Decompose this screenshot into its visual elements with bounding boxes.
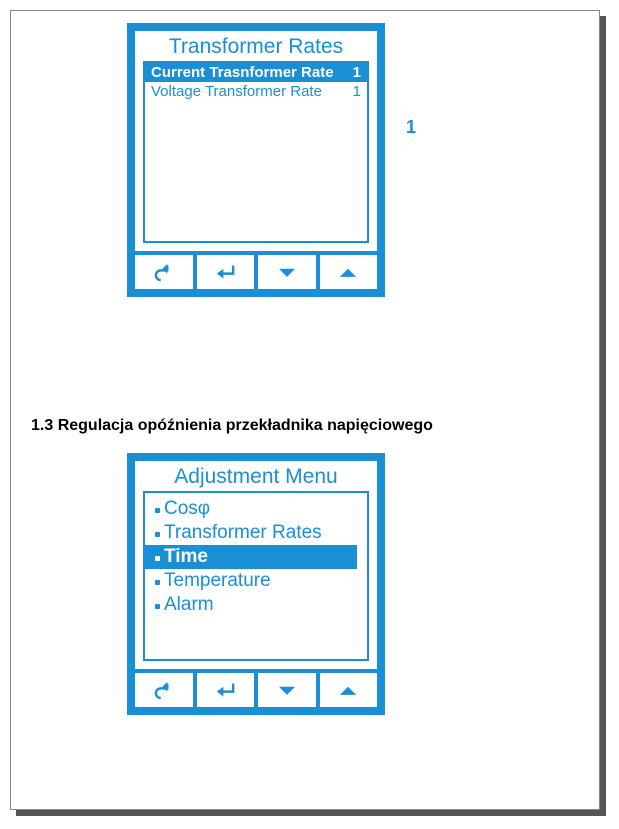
document-page: 1 Transformer Rates Current Trasnformer … <box>10 10 600 810</box>
menu-item-label: Temperature <box>164 570 271 591</box>
back-button[interactable] <box>135 255 197 289</box>
screen-list: Current Trasnformer Rate 1 Voltage Trans… <box>143 61 369 243</box>
up-button[interactable] <box>320 255 378 289</box>
device-screen-adjustment-menu: Adjustment Menu Cosφ Transformer Rates T… <box>127 453 385 715</box>
row-value: 1 <box>353 83 361 100</box>
back-button[interactable] <box>135 673 197 707</box>
enter-icon <box>212 262 238 282</box>
enter-button[interactable] <box>197 673 259 707</box>
up-button[interactable] <box>320 673 378 707</box>
enter-button[interactable] <box>197 255 259 289</box>
back-icon <box>151 262 177 282</box>
menu-item-label: Transformer Rates <box>164 522 322 543</box>
up-icon <box>335 262 361 282</box>
enter-icon <box>212 680 238 700</box>
bullet-icon <box>155 532 160 537</box>
menu-item-label: Time <box>164 546 208 567</box>
menu-item-temperature[interactable]: Temperature <box>145 569 357 593</box>
section-heading: 1.3 Regulacja opóźnienia przekładnika na… <box>31 417 579 435</box>
device-screen-transformer-rates: Transformer Rates Current Trasnformer Ra… <box>127 23 385 297</box>
row-value: 1 <box>353 64 361 81</box>
menu-item-time[interactable]: Time <box>145 545 357 569</box>
bullet-icon <box>155 556 160 561</box>
menu-item-label: Cosφ <box>164 498 210 519</box>
menu-item-alarm[interactable]: Alarm <box>145 593 357 617</box>
list-row-current-transformer[interactable]: Current Trasnformer Rate 1 <box>145 63 367 82</box>
side-annotation-number: 1 <box>406 117 416 138</box>
back-icon <box>151 680 177 700</box>
down-icon <box>274 680 300 700</box>
bullet-icon <box>155 508 160 513</box>
menu-item-transformer-rates[interactable]: Transformer Rates <box>145 521 357 545</box>
menu-list: Cosφ Transformer Rates Time Temperature … <box>143 491 369 661</box>
row-label: Current Trasnformer Rate <box>151 64 334 81</box>
bullet-icon <box>155 580 160 585</box>
button-row <box>135 251 377 289</box>
down-button[interactable] <box>258 673 320 707</box>
down-button[interactable] <box>258 255 320 289</box>
list-row-voltage-transformer[interactable]: Voltage Transformer Rate 1 <box>145 82 367 101</box>
menu-item-label: Alarm <box>164 594 214 615</box>
down-icon <box>274 262 300 282</box>
button-row <box>135 669 377 707</box>
menu-item-cosphi[interactable]: Cosφ <box>145 497 357 521</box>
screen-title: Transformer Rates <box>135 31 377 61</box>
bullet-icon <box>155 604 160 609</box>
row-label: Voltage Transformer Rate <box>151 83 322 100</box>
up-icon <box>335 680 361 700</box>
screen-title: Adjustment Menu <box>135 461 377 491</box>
